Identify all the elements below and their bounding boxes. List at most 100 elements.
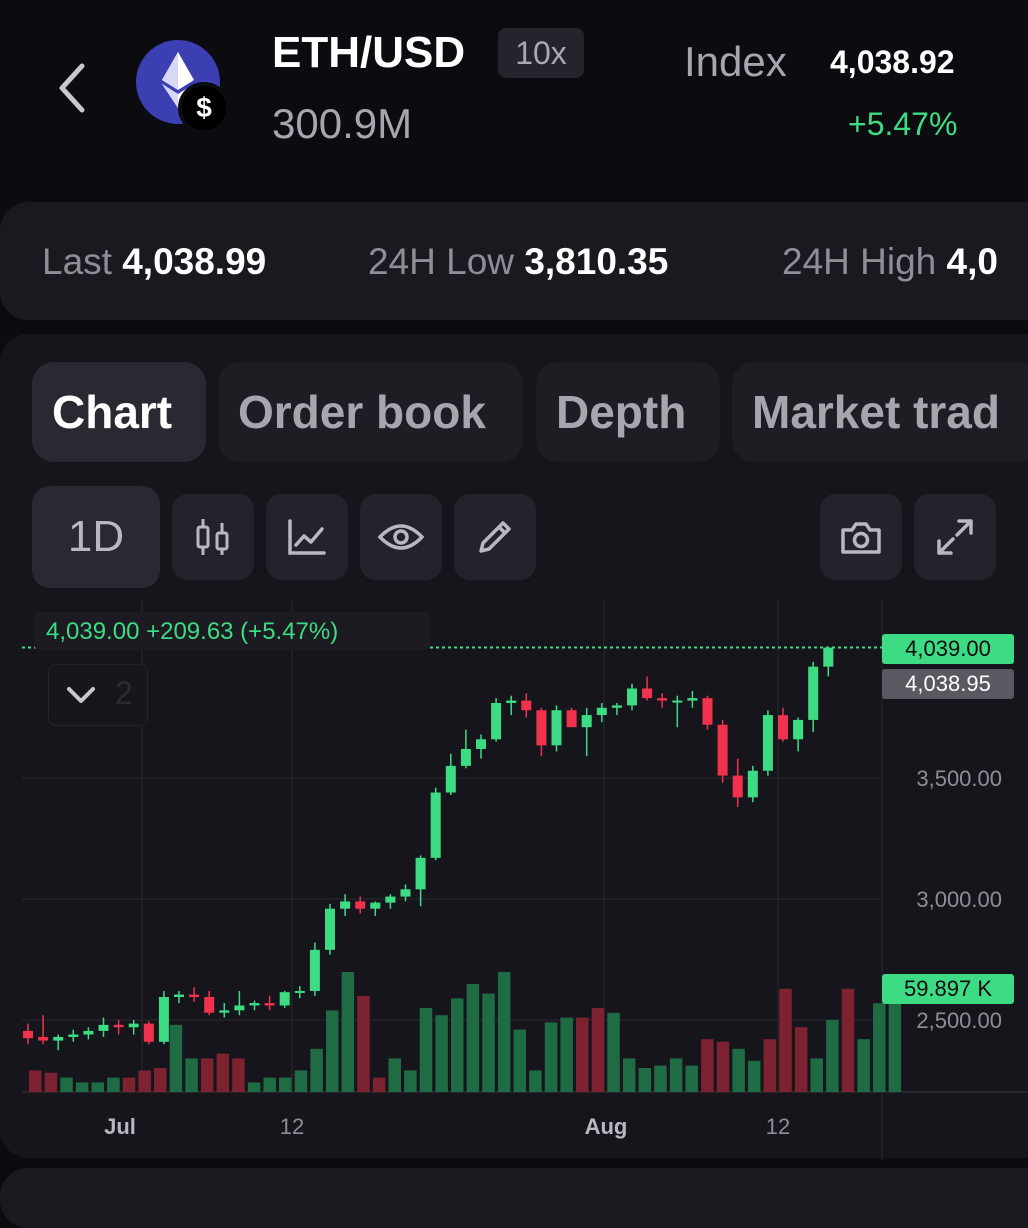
candle-body: [400, 889, 411, 897]
volume-bar: [294, 1070, 308, 1092]
candle-body: [174, 994, 184, 998]
candle-body: [611, 705, 622, 708]
volume-bar: [654, 1065, 667, 1092]
time-axis-label: Jul: [104, 1114, 136, 1139]
candle-body: [68, 1034, 79, 1037]
volume-bar: [122, 1077, 136, 1092]
volume-bar: [466, 984, 480, 1092]
pair-title[interactable]: ETH/USD: [272, 28, 465, 78]
volume-bar: [857, 1039, 870, 1092]
volume-bar: [263, 1077, 276, 1092]
eye-icon: [377, 524, 425, 550]
volume-bar: [576, 1017, 589, 1092]
stat-label: Last: [42, 241, 112, 282]
candle-type-button[interactable]: [172, 494, 254, 580]
candle-body: [204, 997, 215, 1013]
candle-body: [808, 666, 819, 720]
volume-bar: [482, 993, 495, 1092]
volume-bar: [200, 1058, 214, 1092]
price-axis-label: 3,500.00: [916, 766, 1002, 791]
volume-tag: 59.897 K: [882, 974, 1014, 1004]
back-button[interactable]: [52, 60, 92, 116]
candle-body: [370, 902, 381, 909]
last-price-tag: 4,039.00: [882, 634, 1014, 664]
candle-body: [158, 997, 169, 1042]
volume-bar: [763, 1039, 777, 1092]
stat-label: 24H Low: [368, 241, 515, 282]
candle-body: [732, 775, 743, 798]
timeframe-button[interactable]: 1D: [32, 486, 160, 588]
stat-value: 4,0: [946, 241, 998, 282]
tab-market-trades[interactable]: Market trad: [732, 362, 1028, 462]
camera-icon: [841, 522, 881, 554]
candle-body: [189, 994, 200, 998]
candle-body: [128, 1023, 139, 1028]
candle-body: [566, 710, 577, 728]
expand-icon: [937, 519, 973, 555]
candle-body: [430, 792, 441, 858]
candle-body: [279, 992, 290, 1006]
volume-bar: [497, 972, 511, 1092]
volume-bar: [873, 1003, 886, 1092]
time-axis-label: 12: [766, 1114, 790, 1139]
volume-bar: [310, 1048, 323, 1092]
candle-body: [38, 1036, 49, 1041]
screenshot-button[interactable]: [820, 494, 902, 580]
volume-bar: [638, 1068, 652, 1092]
candle-body: [551, 710, 562, 746]
volume-bar: [810, 1058, 823, 1092]
fullscreen-button[interactable]: [914, 494, 996, 580]
volume-bar: [216, 1053, 230, 1092]
candle-body: [506, 700, 517, 703]
candle-body: [476, 739, 486, 749]
volume-bar: [419, 1008, 433, 1092]
volume-bar: [232, 1058, 245, 1092]
volume-bar: [185, 1058, 198, 1092]
volume-bar: [779, 988, 792, 1092]
volume-bar: [388, 1058, 401, 1092]
volume-bar: [826, 1020, 839, 1092]
volume-bar: [529, 1070, 542, 1092]
indicator-collapse[interactable]: 2: [48, 664, 148, 726]
volume-bar: [513, 1029, 527, 1092]
volume-bar: [60, 1077, 73, 1092]
indicator-icon: [288, 519, 326, 555]
volume-bar: [154, 1068, 167, 1092]
price-chart[interactable]: 3,500.00 3,000.00 2,500.00 Jul 12 Aug 12: [22, 600, 1028, 1160]
candle-body: [460, 748, 471, 766]
candle-body: [355, 901, 366, 909]
volume-bar: [44, 1072, 58, 1092]
index-price-tag: 4,038.95: [882, 669, 1014, 699]
volume-bar: [279, 1077, 292, 1092]
volume-bar: [107, 1077, 120, 1092]
candle-body: [581, 715, 592, 728]
time-axis-label: Aug: [585, 1114, 628, 1139]
pencil-icon: [479, 521, 511, 553]
tab-depth[interactable]: Depth: [536, 362, 720, 462]
candle-body: [219, 1010, 230, 1013]
candle-body: [309, 949, 320, 991]
volume-bar: [747, 1060, 761, 1092]
candle-body: [98, 1024, 109, 1031]
tab-order-book[interactable]: Order book: [218, 362, 523, 462]
candle-body: [249, 1003, 260, 1006]
candle-body: [702, 698, 713, 725]
indicators-button[interactable]: [266, 494, 348, 580]
candle-body: [793, 719, 804, 740]
index-label: Index: [684, 38, 787, 85]
candle-body: [415, 857, 426, 890]
visibility-button[interactable]: [360, 494, 442, 580]
volume-bar: [591, 1008, 605, 1092]
volume-bar: [169, 1024, 183, 1092]
volume-bar: [341, 972, 355, 1092]
volume-bar: [841, 988, 855, 1092]
tab-chart[interactable]: Chart: [32, 362, 206, 462]
stat-label: 24H High: [782, 241, 937, 282]
indicator-count: 2: [115, 675, 133, 711]
volume-bar: [357, 996, 370, 1092]
draw-button[interactable]: [454, 494, 536, 580]
candle-body: [747, 770, 758, 798]
volume-bar: [91, 1082, 105, 1092]
volume-bar: [75, 1082, 89, 1092]
candle-body: [83, 1030, 94, 1035]
